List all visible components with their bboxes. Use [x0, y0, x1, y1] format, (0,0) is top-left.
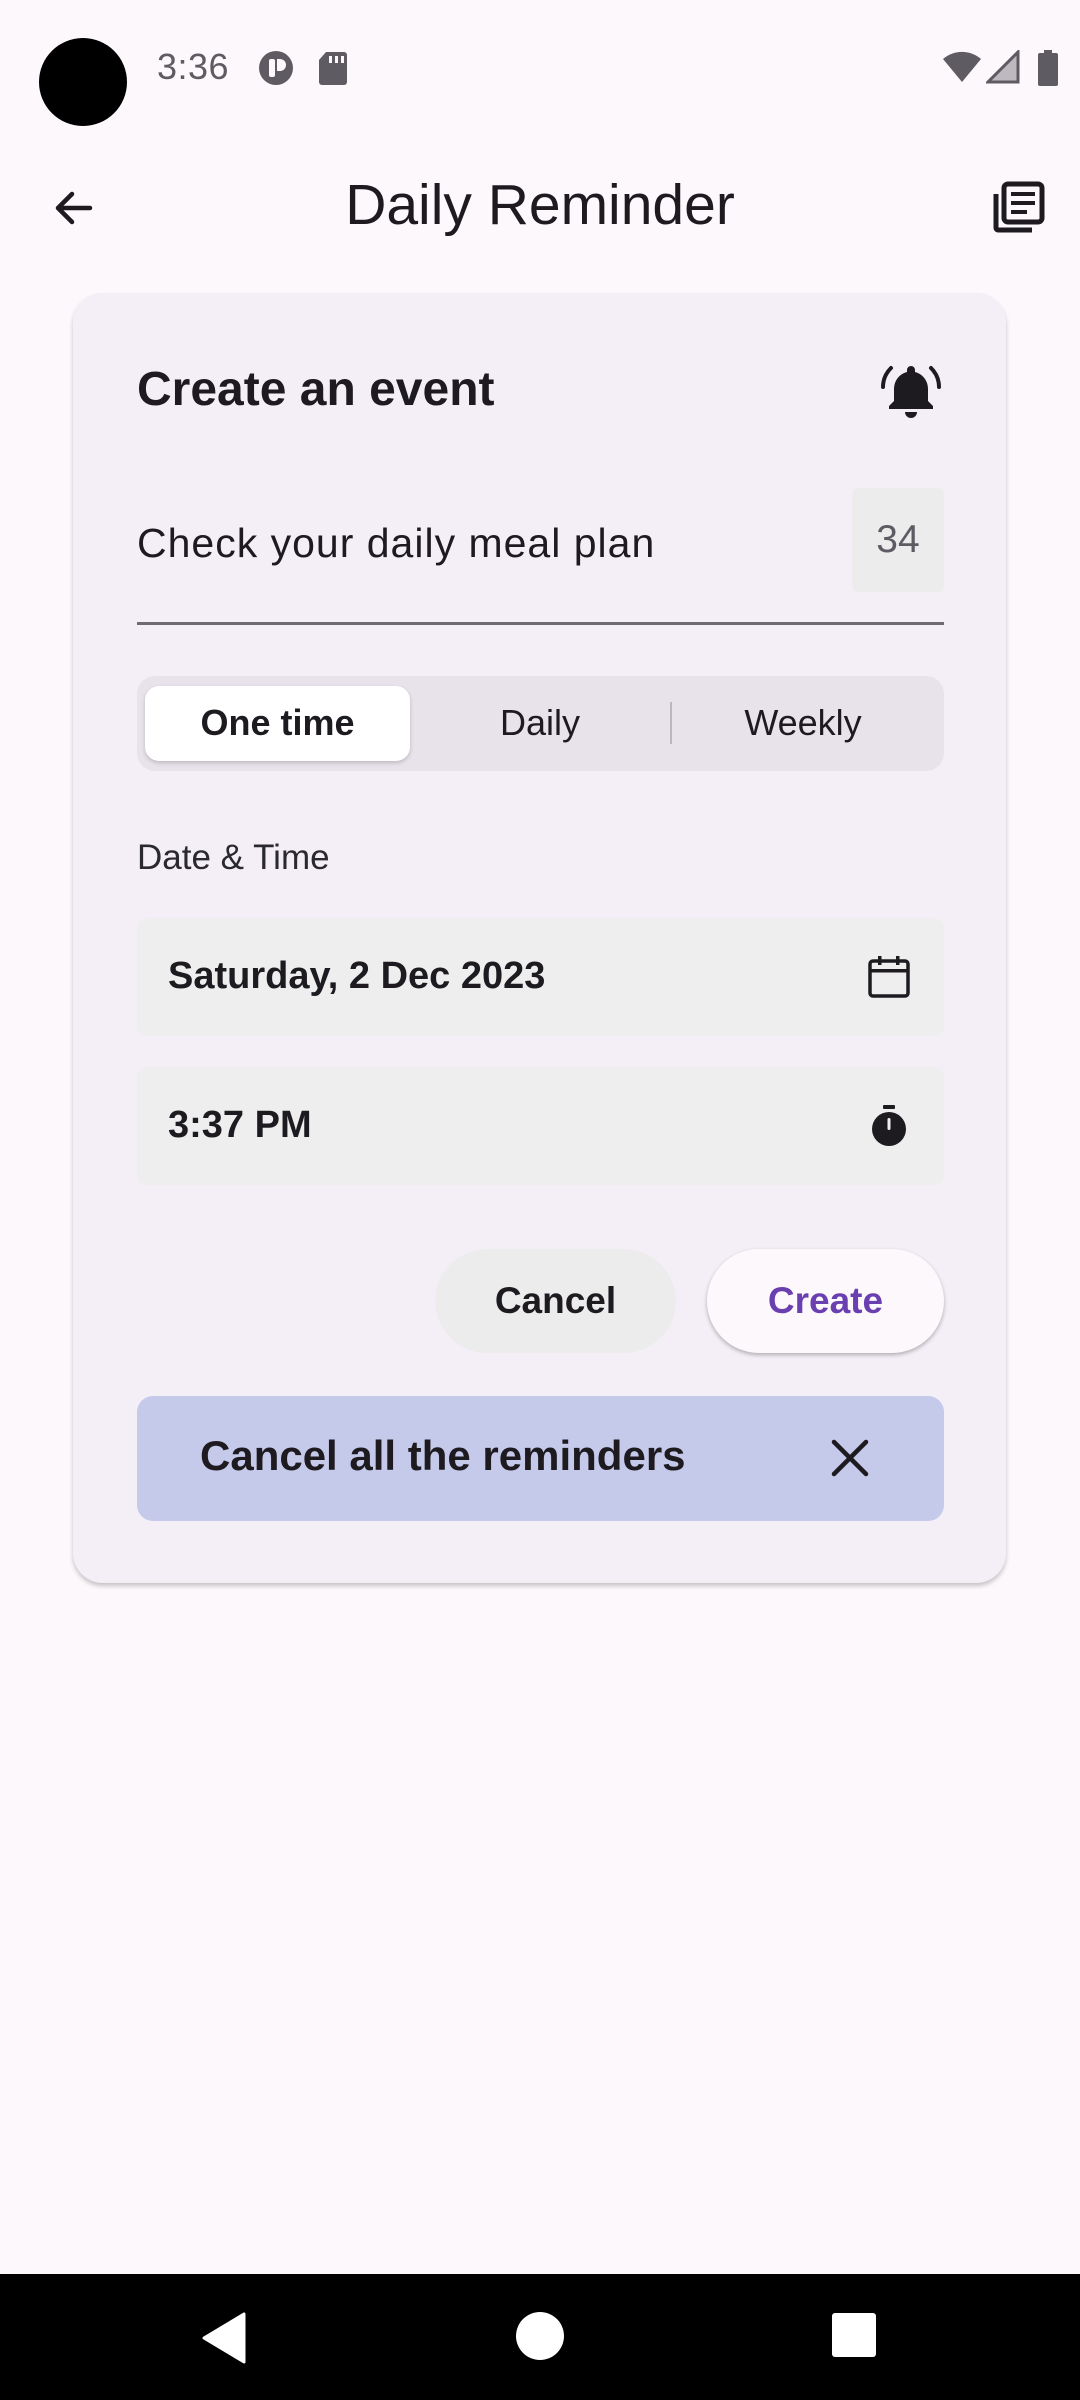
nav-recents-icon[interactable] — [830, 2311, 878, 2359]
close-icon[interactable] — [822, 1430, 878, 1486]
segment-weekly[interactable]: Weekly — [672, 697, 934, 749]
page-title: Daily Reminder — [345, 173, 735, 237]
date-time-label: Date & Time — [137, 838, 330, 877]
calendar-icon[interactable] — [866, 954, 912, 1000]
camera-cutout — [39, 38, 127, 126]
date-value: Saturday, 2 Dec 2023 — [168, 955, 546, 997]
input-underline — [137, 622, 944, 625]
segment-daily[interactable]: Daily — [420, 697, 660, 749]
cancel-button[interactable]: Cancel — [435, 1249, 676, 1353]
status-time: 3:36 — [157, 46, 230, 87]
create-button[interactable]: Create — [707, 1249, 944, 1353]
app-notification-icon — [259, 51, 293, 85]
event-title-input[interactable] — [137, 520, 837, 567]
time-value: 3:37 PM — [168, 1104, 312, 1146]
character-counter: 34 — [852, 488, 944, 592]
library-books-icon — [993, 181, 1045, 233]
nav-home-icon[interactable] — [514, 2310, 566, 2362]
nav-back-icon[interactable] — [200, 2310, 250, 2366]
signal-icon — [986, 50, 1020, 84]
cancel-all-label: Cancel all the reminders — [200, 1432, 686, 1479]
battery-icon — [1038, 50, 1058, 86]
reminders-list-button[interactable] — [980, 170, 1056, 246]
segment-one-time[interactable]: One time — [145, 697, 410, 749]
card-title: Create an event — [137, 363, 495, 416]
bell-ringing-icon — [881, 366, 941, 418]
timer-icon[interactable] — [866, 1103, 912, 1149]
wifi-icon — [943, 51, 981, 82]
sd-card-icon — [319, 52, 347, 85]
